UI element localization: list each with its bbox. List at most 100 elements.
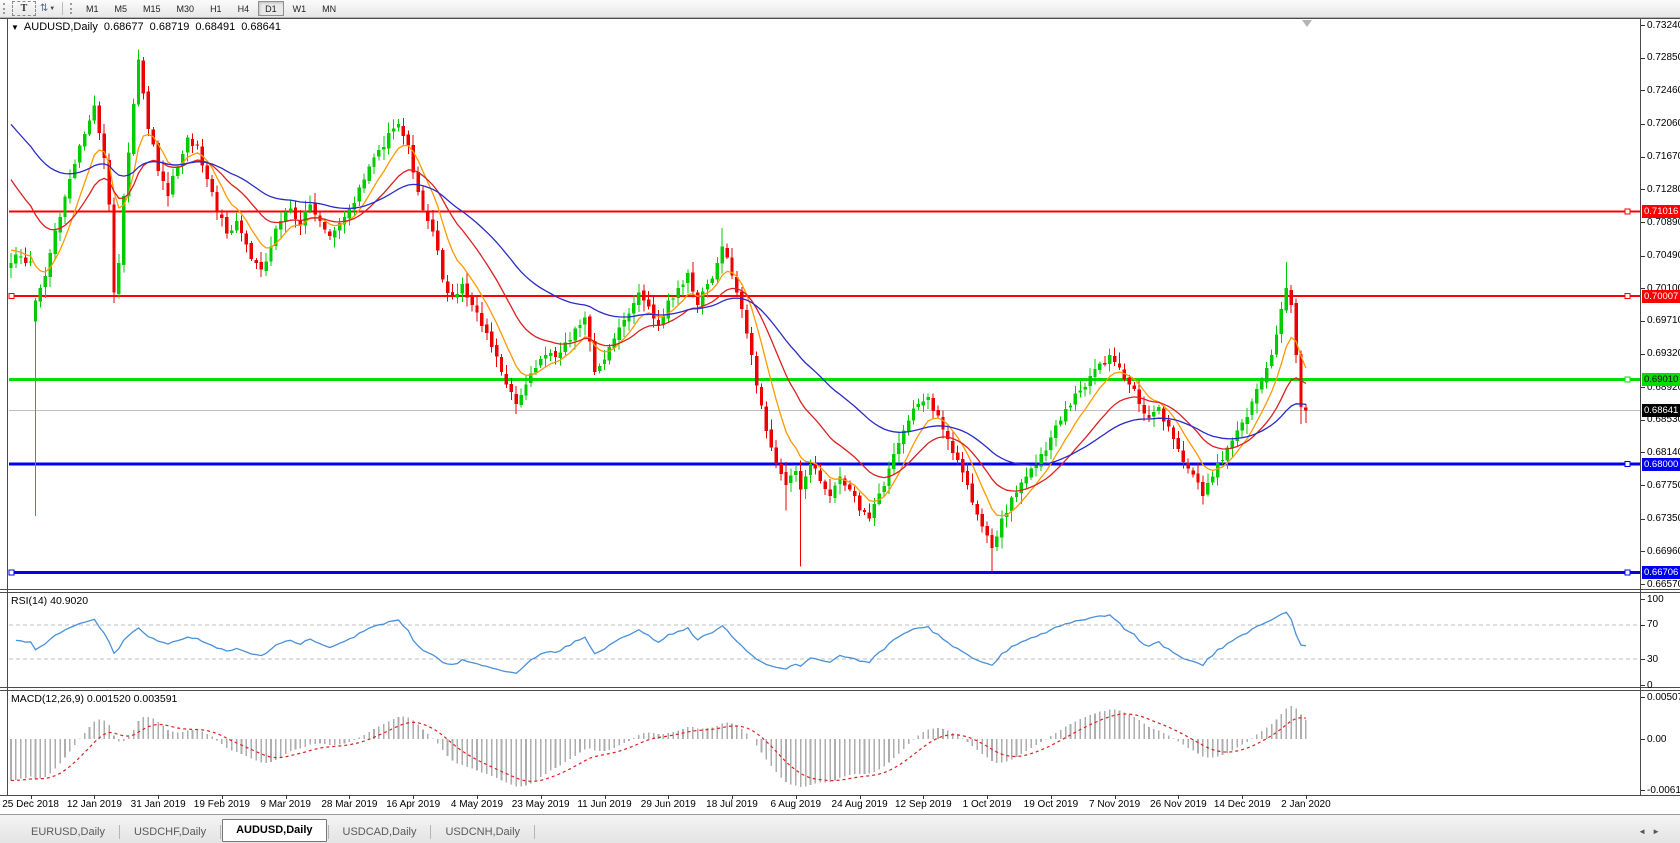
text-tool-button[interactable]: T [12, 1, 36, 16]
axis-tick [1641, 697, 1645, 698]
rsi-indicator-canvas[interactable] [8, 593, 1640, 687]
axis-tick [1641, 222, 1645, 223]
timeframe-button-h4[interactable]: H4 [231, 1, 257, 16]
price-axis-label: 0.66570 [1647, 578, 1680, 590]
hline-price-label: 0.69010 [1642, 373, 1680, 386]
date-axis-label: 16 Apr 2019 [386, 799, 441, 810]
date-axis-label: 6 Aug 2019 [770, 799, 822, 810]
timeframe-button-m30[interactable]: M30 [170, 1, 202, 16]
toolbar-separator [62, 2, 63, 15]
scroll-left-icon[interactable]: ◄ [1638, 827, 1652, 836]
price-axis-label: 0.69320 [1647, 348, 1680, 359]
price-axis-label: 0.72850 [1647, 52, 1680, 64]
price-chart-canvas[interactable] [8, 19, 1640, 589]
chart-right-border [1640, 18, 1641, 796]
tab-eurusd-daily[interactable]: EURUSD,Daily [18, 822, 118, 842]
hline-price-label: 0.66706 [1642, 566, 1680, 580]
timeframe-button-mn[interactable]: MN [315, 1, 343, 16]
date-axis-label: 26 Nov 2019 [1150, 799, 1207, 810]
axis-tick [1641, 551, 1645, 553]
axis-tick [1641, 387, 1645, 389]
date-axis-label: 14 Dec 2019 [1213, 799, 1271, 810]
macd-label: MACD(12,26,9) 0.001520 0.003591 [11, 693, 178, 705]
tile-windows-button[interactable]: ⇅ ▼ [36, 2, 58, 15]
macd-axis-label: 0.00 [1647, 733, 1667, 745]
tab-divider [327, 825, 329, 839]
macd-signal-value: 0.003591 [133, 693, 178, 705]
hline-price-label: 0.68000 [1642, 457, 1680, 471]
axis-tick [1641, 419, 1645, 421]
timeframe-button-group: M1 M5 M15 M30 H1 H4 D1 W1 MN [78, 1, 344, 16]
price-axis-label: 0.71670 [1647, 151, 1680, 163]
tab-audusd-daily[interactable]: AUDUSD,Daily [222, 819, 327, 842]
date-axis-label: 12 Sep 2019 [894, 799, 952, 810]
price-axis-label: 0.67750 [1647, 479, 1680, 491]
axis-tick [1641, 189, 1645, 191]
date-axis-label: 18 Jul 2019 [706, 799, 758, 810]
axis-tick [1641, 685, 1645, 686]
timeframe-button-h1[interactable]: H1 [203, 1, 229, 16]
tab-usdcnh-daily[interactable]: USDCNH,Daily [432, 822, 533, 842]
timeframe-button-m15[interactable]: M15 [136, 1, 168, 16]
axis-tick [1641, 90, 1645, 92]
tab-divider [430, 825, 432, 839]
axis-tick [1641, 452, 1645, 454]
date-axis-label: 4 May 2019 [450, 799, 504, 810]
timeframe-button-w1[interactable]: W1 [286, 1, 314, 16]
macd-axis-label: 0.005076 [1647, 691, 1680, 703]
axis-tick [1641, 57, 1645, 59]
date-axis-label: 9 Mar 2019 [260, 799, 311, 810]
tab-usdcad-daily[interactable]: USDCAD,Daily [330, 822, 430, 842]
price-axis-label: 0.70890 [1647, 216, 1680, 228]
tab-usdchf-daily[interactable]: USDCHF,Daily [121, 822, 219, 842]
tab-scroll-arrows: ◄► [1638, 827, 1666, 836]
price-axis-label: 0.68140 [1647, 446, 1680, 458]
date-axis-label: 7 Nov 2019 [1089, 799, 1141, 810]
price-axis-label: 0.71280 [1647, 183, 1680, 195]
date-axis-label: 28 Mar 2019 [321, 799, 378, 810]
axis-tick [1641, 320, 1645, 322]
axis-tick [1641, 485, 1645, 487]
rsi-axis-label: 30 [1647, 653, 1659, 665]
date-axis-label: 11 Jun 2019 [577, 799, 632, 810]
price-axis-label: 0.72060 [1647, 118, 1680, 130]
scroll-right-icon[interactable]: ► [1652, 827, 1666, 836]
rsi-axis-label: 70 [1647, 619, 1659, 631]
rsi-axis-label: 100 [1647, 593, 1664, 605]
timeframe-button-m5[interactable]: M5 [108, 1, 135, 16]
axis-tick [1641, 255, 1645, 257]
hline-price-label: 0.70007 [1642, 289, 1680, 303]
date-axis-label: 29 Jun 2019 [640, 799, 696, 810]
macd-panel-bottom-border [0, 795, 1680, 796]
axis-tick [1641, 156, 1645, 158]
mt4-terminal: T ⇅ ▼ M1 M5 M15 M30 H1 H4 D1 W1 MN ▼ AUDUSD,Daily… [0, 0, 1680, 843]
toolbar-grip[interactable] [3, 3, 8, 14]
price-axis-label: 0.72460 [1647, 84, 1680, 96]
date-axis-label: 19 Oct 2019 [1023, 799, 1079, 810]
macd-indicator-canvas[interactable] [8, 691, 1640, 795]
toolbar-grip[interactable] [70, 3, 75, 14]
axis-tick [1641, 25, 1645, 26]
axis-tick [1641, 584, 1645, 585]
price-axis-label: 0.70490 [1647, 250, 1680, 261]
timeframe-button-d1[interactable]: D1 [258, 1, 284, 16]
chevron-down-icon: ▼ [49, 5, 55, 12]
axis-tick [1641, 624, 1645, 626]
tab-divider [118, 825, 120, 839]
main-panel-bottom-border [0, 589, 1680, 590]
macd-main-value: 0.001520 [86, 693, 131, 705]
axis-tick [1641, 599, 1645, 600]
price-axis-label: 0.73240 [1647, 19, 1680, 31]
axis-tick [1641, 659, 1645, 661]
price-axis-label: 0.67350 [1647, 513, 1680, 525]
date-axis-label: 25 Dec 2018 [2, 799, 59, 810]
axis-tick [1641, 790, 1645, 791]
timeframe-button-m1[interactable]: M1 [79, 1, 106, 16]
axis-tick [1641, 123, 1645, 125]
axis-tick [1641, 739, 1645, 740]
date-axis-label: 2 Jan 2020 [1281, 799, 1331, 810]
hline-price-label: 0.71016 [1642, 204, 1680, 218]
chart-window[interactable]: ▼ AUDUSD,Daily 0.68677 0.68719 0.68491 0.6864… [0, 18, 1680, 814]
date-axis-label: 1 Oct 2019 [962, 799, 1012, 810]
rsi-panel-bottom-border [0, 687, 1680, 688]
